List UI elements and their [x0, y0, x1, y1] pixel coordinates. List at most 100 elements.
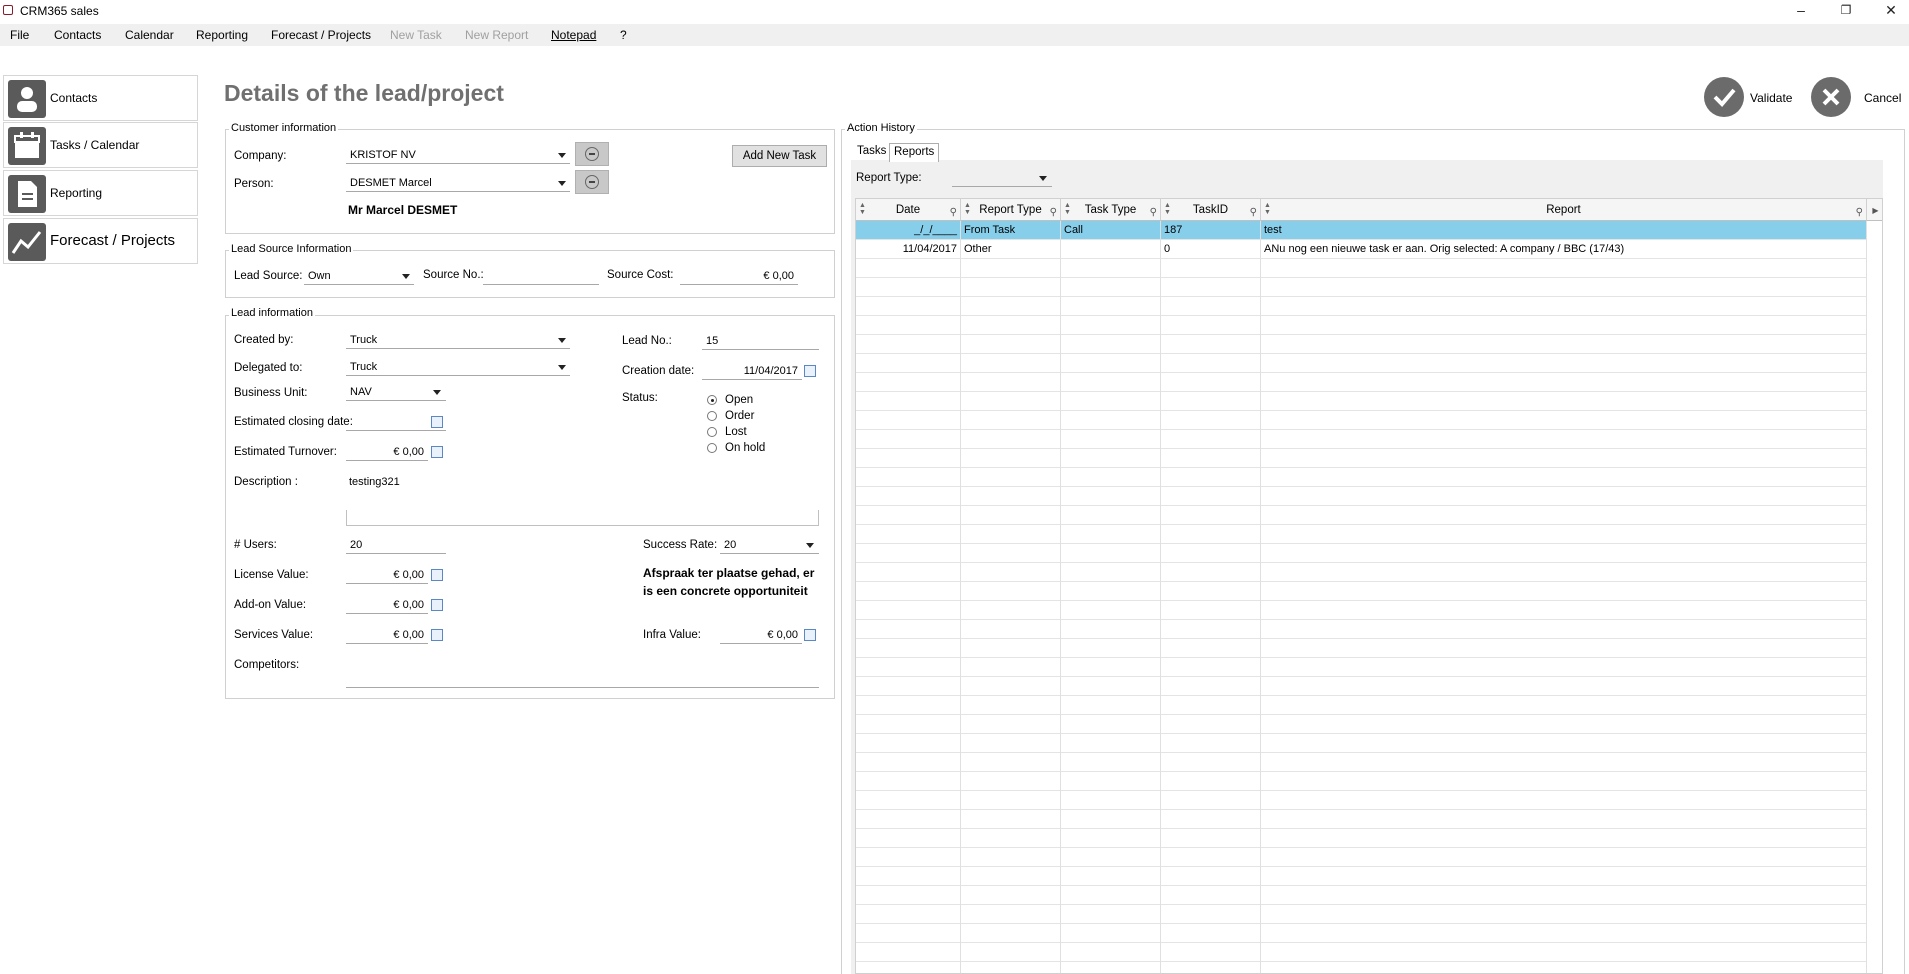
calculator-icon[interactable] — [431, 446, 443, 458]
menu-reporting[interactable]: Reporting — [196, 28, 248, 42]
clear-company-button[interactable] — [575, 142, 609, 166]
column-header-taskid[interactable]: ▲ ▼ TaskID ⚲ — [1161, 199, 1261, 221]
report-type-select[interactable] — [952, 170, 1052, 187]
minimize-button[interactable]: – — [1778, 0, 1824, 22]
menu-new-task[interactable]: New Task — [390, 28, 442, 42]
validate-label[interactable]: Validate — [1750, 91, 1792, 105]
status-onhold-label[interactable]: On hold — [725, 442, 765, 454]
person-select[interactable]: DESMET Marcel — [346, 175, 570, 192]
calculator-icon[interactable] — [431, 569, 443, 581]
nav-forecast-projects[interactable]: Forecast / Projects — [3, 218, 198, 264]
menu-notepad[interactable]: Notepad — [551, 28, 596, 42]
calendar-picker-icon[interactable] — [431, 416, 443, 428]
sort-icon[interactable]: ▲ ▼ — [1064, 202, 1071, 216]
filter-search-icon[interactable]: ⚲ — [950, 208, 957, 218]
sort-icon[interactable]: ▲ ▼ — [1164, 202, 1171, 216]
chevron-down-icon[interactable] — [433, 390, 441, 395]
grid-line — [1260, 962, 1261, 973]
status-lost-radio[interactable] — [707, 427, 717, 437]
nav-tasks-calendar[interactable]: Tasks / Calendar — [3, 122, 198, 168]
status-order-radio[interactable] — [707, 411, 717, 421]
grid-line — [1060, 506, 1061, 525]
column-header-report-type[interactable]: ▲ ▼ Report Type ⚲ — [961, 199, 1061, 221]
turnover-input[interactable]: € 0,00 — [346, 444, 428, 461]
success-rate-select[interactable]: 20 — [720, 537, 819, 554]
sort-icon[interactable]: ▲ ▼ — [1264, 202, 1271, 216]
status-open-radio[interactable] — [707, 395, 717, 405]
table-row[interactable]: _/_/____ From Task Call 187 test — [856, 221, 1867, 240]
grid-line — [1060, 468, 1061, 487]
creation-date-input[interactable]: 11/04/2017 — [702, 363, 802, 380]
nav-contacts[interactable]: Contacts — [3, 75, 198, 121]
tab-reports[interactable]: Reports — [889, 143, 940, 162]
menu-file[interactable]: File — [10, 28, 29, 42]
restore-button[interactable]: ❐ — [1823, 0, 1869, 22]
column-header-report[interactable]: ▲ ▼ Report ⚲ — [1261, 199, 1867, 221]
cancel-label[interactable]: Cancel — [1864, 91, 1901, 105]
status-lost-label[interactable]: Lost — [725, 426, 747, 438]
status-order-label[interactable]: Order — [725, 410, 754, 422]
delegated-to-select[interactable]: Truck — [346, 359, 570, 376]
minus-circle-icon — [585, 147, 599, 161]
sort-icon[interactable]: ▲ ▼ — [964, 202, 971, 216]
calculator-icon[interactable] — [431, 599, 443, 611]
competitors-input[interactable] — [346, 671, 819, 688]
chevron-right-icon[interactable]: ▶ — [1872, 206, 1878, 215]
grid-line — [1060, 715, 1061, 734]
company-select[interactable]: KRISTOF NV — [346, 147, 570, 164]
validate-button[interactable] — [1704, 77, 1744, 117]
filter-search-icon[interactable]: ⚲ — [1150, 208, 1157, 218]
column-header-task-type[interactable]: ▲ ▼ Task Type ⚲ — [1061, 199, 1161, 221]
add-new-task-button[interactable]: Add New Task — [732, 145, 827, 167]
users-input[interactable]: 20 — [346, 537, 446, 554]
cancel-button[interactable] — [1811, 77, 1851, 117]
column-chooser[interactable]: ▶ — [1867, 199, 1882, 221]
description-input[interactable] — [346, 510, 819, 526]
grid-line — [1260, 905, 1261, 924]
chevron-down-icon[interactable] — [806, 543, 814, 548]
created-by-select[interactable]: Truck — [346, 332, 570, 349]
source-no-input[interactable] — [483, 268, 599, 285]
grid-line — [1866, 677, 1867, 696]
status-onhold-radio[interactable] — [707, 443, 717, 453]
addon-value-input[interactable]: € 0,00 — [346, 597, 428, 614]
menu-new-report[interactable]: New Report — [465, 28, 528, 42]
calculator-icon[interactable] — [431, 629, 443, 641]
services-value-input[interactable]: € 0,00 — [346, 627, 428, 644]
chevron-down-icon[interactable] — [1039, 176, 1047, 181]
filter-search-icon[interactable]: ⚲ — [1856, 208, 1863, 218]
menu-contacts[interactable]: Contacts — [54, 28, 101, 42]
tab-tasks[interactable]: Tasks — [853, 143, 890, 161]
grid-line — [960, 677, 961, 696]
chevron-down-icon[interactable] — [402, 274, 410, 279]
clear-person-button[interactable] — [575, 170, 609, 194]
infra-value-input[interactable]: € 0,00 — [720, 627, 802, 644]
close-window-button[interactable]: ✕ — [1868, 0, 1909, 22]
description-text[interactable]: testing321 — [349, 476, 400, 488]
sort-icon[interactable]: ▲ ▼ — [859, 202, 866, 216]
table-row[interactable]: 11/04/2017 Other 0 ANu nog een nieuwe ta… — [856, 240, 1867, 259]
chevron-down-icon[interactable] — [558, 338, 566, 343]
source-cost-input[interactable]: € 0,00 — [680, 268, 798, 285]
calendar-picker-icon[interactable] — [804, 365, 816, 377]
menu-help[interactable]: ? — [620, 28, 627, 42]
checkmark-icon — [1713, 88, 1736, 107]
menu-calendar[interactable]: Calendar — [125, 28, 174, 42]
chevron-down-icon[interactable] — [558, 365, 566, 370]
grid-line — [960, 354, 961, 373]
column-header-date[interactable]: ▲ ▼ Date ⚲ — [856, 199, 961, 221]
menu-forecast-projects[interactable]: Forecast / Projects — [271, 28, 371, 42]
status-open-label[interactable]: Open — [725, 394, 753, 406]
business-unit-select[interactable]: NAV — [346, 384, 446, 401]
grid-line — [1260, 943, 1261, 962]
license-value-input[interactable]: € 0,00 — [346, 567, 428, 584]
lead-source-select[interactable]: Own — [304, 268, 414, 285]
chevron-down-icon[interactable] — [558, 153, 566, 158]
grid-line — [1260, 848, 1261, 867]
filter-search-icon[interactable]: ⚲ — [1250, 208, 1257, 218]
lead-no-input[interactable]: 15 — [702, 333, 819, 350]
filter-search-icon[interactable]: ⚲ — [1050, 208, 1057, 218]
chevron-down-icon[interactable] — [558, 181, 566, 186]
nav-reporting[interactable]: Reporting — [3, 170, 198, 216]
calculator-icon[interactable] — [804, 629, 816, 641]
